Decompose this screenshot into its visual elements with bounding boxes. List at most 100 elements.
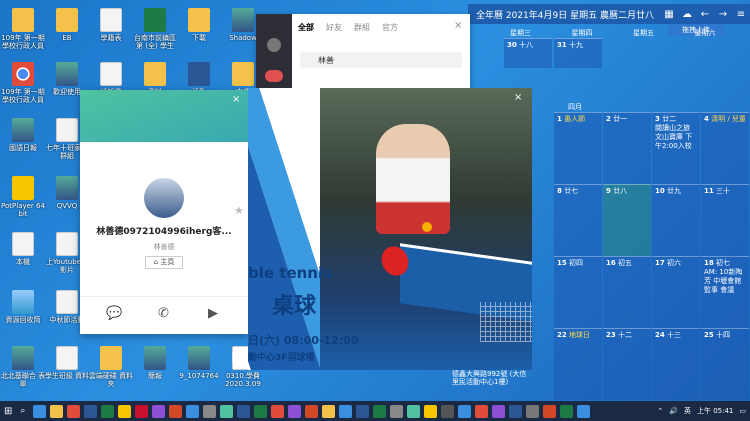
desktop-icon[interactable]: 資源回收筒 xyxy=(0,290,46,324)
calendar-day-cell[interactable]: 8 廿七 xyxy=(554,184,602,256)
search-icon[interactable]: ⌕ xyxy=(20,406,25,416)
taskbar-app-icon[interactable] xyxy=(441,404,455,418)
taskbar-app-icon[interactable] xyxy=(526,404,540,418)
taskbar-app-icon[interactable] xyxy=(186,404,200,418)
phone-icon[interactable]: ✆ xyxy=(158,306,169,321)
notification-icon[interactable]: ▭ xyxy=(739,407,746,415)
desktop-icon[interactable]: 9_1074764 xyxy=(176,346,222,380)
calendar-day-cell[interactable]: 18 初七 AM: 10新陶芳 中壢會館監事 會議 xyxy=(701,256,749,328)
taskbar-app-icon[interactable] xyxy=(50,404,64,418)
day-number: 10 xyxy=(655,187,665,195)
tab-official[interactable]: 官方 xyxy=(382,22,398,33)
tab-all[interactable]: 全部 xyxy=(298,22,314,33)
user-icon[interactable] xyxy=(267,38,281,52)
calendar-day-cell[interactable]: 1 愚人節 xyxy=(554,112,602,184)
taskbar-app-icon[interactable] xyxy=(237,404,251,418)
taskbar-app-icon[interactable] xyxy=(33,404,47,418)
calendar-day-cell[interactable]: 10 廿九 xyxy=(652,184,700,256)
desktop-icon[interactable]: EB xyxy=(44,8,90,42)
desktop-icon[interactable]: 簡報 xyxy=(132,346,178,380)
day-number: 24 xyxy=(655,331,665,339)
desktop-icon[interactable]: 學籍表 xyxy=(88,8,134,42)
chevron-up-icon[interactable]: ⌃ xyxy=(657,407,663,415)
home-button[interactable]: ⌂ 主頁 xyxy=(145,256,183,269)
calendar-day-cell[interactable]: 23 十二 xyxy=(603,328,651,400)
taskbar-app-icon[interactable] xyxy=(271,404,285,418)
desktop-icon[interactable]: 台南市前鎮區第 (全) 學生 xyxy=(132,8,178,50)
calendar-day-cell[interactable]: 2 廿一 xyxy=(603,112,651,184)
calendar-day-cell[interactable]: 17 初六 xyxy=(652,256,700,328)
taskbar-app-icon[interactable] xyxy=(67,404,81,418)
taskbar-app-icon[interactable] xyxy=(84,404,98,418)
arrow-right-icon[interactable]: → xyxy=(714,9,732,20)
cloud-icon[interactable]: ☁ xyxy=(678,9,696,20)
taskbar-app-icon[interactable] xyxy=(373,404,387,418)
chat-icon[interactable]: 💬 xyxy=(106,306,122,321)
taskbar-app-icon[interactable] xyxy=(203,404,217,418)
calendar-day-cell[interactable]: 22 地球日 xyxy=(554,328,602,400)
desktop-icon[interactable]: 北北基聯合 表單 xyxy=(0,346,46,388)
doc-icon xyxy=(56,346,78,370)
windows-start-icon[interactable]: ⊞ xyxy=(4,406,12,417)
taskbar-app-icon[interactable] xyxy=(220,404,234,418)
poster-title-zh: 桌球 xyxy=(272,294,317,319)
grid-icon[interactable]: ▦ xyxy=(660,9,678,20)
calendar-day-cell[interactable]: 11 三十 xyxy=(701,184,749,256)
taskbar-app-icon[interactable] xyxy=(407,404,421,418)
taskbar-app-icon[interactable] xyxy=(475,404,489,418)
taskbar-app-icon[interactable] xyxy=(118,404,132,418)
calendar-day-cell[interactable]: 3 廿二 閱讀山之旅 文山寶庫 下午2:00入校 xyxy=(652,112,700,184)
taskbar-app-icon[interactable] xyxy=(339,404,353,418)
calendar-day-cell[interactable]: 4 清明 / 兒童 xyxy=(701,112,749,184)
calendar-day-cell[interactable]: 24 十三 xyxy=(652,328,700,400)
avatar[interactable] xyxy=(142,176,186,220)
calendar-day-cell[interactable]: 15 初四 xyxy=(554,256,602,328)
badge-icon[interactable] xyxy=(265,70,283,82)
close-icon[interactable]: × xyxy=(232,94,240,105)
calendar-day-cell[interactable]: 30 十八 xyxy=(504,38,552,68)
taskbar-app-icon[interactable] xyxy=(254,404,268,418)
taskbar-app-icon[interactable] xyxy=(560,404,574,418)
desktop-icon[interactable]: 國語日報 xyxy=(0,118,46,152)
tab-friends[interactable]: 好友 xyxy=(326,22,342,33)
input-language[interactable]: 英 xyxy=(684,406,691,416)
desktop-icon[interactable]: PotPlayer 64 bit xyxy=(0,176,46,218)
taskbar-app-icon[interactable] xyxy=(577,404,591,418)
desktop-icon[interactable]: 下載 xyxy=(176,8,222,42)
calendar-day-cell[interactable]: 9 廿八 xyxy=(603,184,651,256)
taskbar-app-icon[interactable] xyxy=(356,404,370,418)
taskbar-app-icon[interactable] xyxy=(135,404,149,418)
taskbar-app-icon[interactable] xyxy=(169,404,183,418)
menu-icon[interactable]: ≡ xyxy=(732,9,750,20)
desktop-icon[interactable]: 109年 第一期 學校行政人員 xyxy=(0,8,46,50)
calendar-day-cell[interactable]: 16 初五 xyxy=(603,256,651,328)
taskbar-app-icon[interactable] xyxy=(152,404,166,418)
desktop-icon[interactable]: 雲端硬碟 資料夾 xyxy=(88,346,134,388)
taskbar-app-icon[interactable] xyxy=(509,404,523,418)
close-icon[interactable]: × xyxy=(454,20,462,31)
taskbar-app-icon[interactable] xyxy=(390,404,404,418)
day-number: 17 xyxy=(655,259,665,267)
arrow-left-icon[interactable]: ← xyxy=(696,9,714,20)
home-icon: ⌂ xyxy=(153,258,159,266)
search-input[interactable]: 林善 xyxy=(300,52,462,68)
close-icon[interactable]: × xyxy=(514,92,522,103)
taskbar-app-icon[interactable] xyxy=(288,404,302,418)
star-icon[interactable]: ★ xyxy=(234,204,244,217)
taskbar-app-icon[interactable] xyxy=(424,404,438,418)
taskbar-app-icon[interactable] xyxy=(458,404,472,418)
volume-icon[interactable]: 🔊 xyxy=(669,407,678,415)
taskbar-app-icon[interactable] xyxy=(492,404,506,418)
taskbar-app-icon[interactable] xyxy=(305,404,319,418)
clock[interactable]: 上午 05:41 xyxy=(697,406,733,416)
taskbar-app-icon[interactable] xyxy=(101,404,115,418)
calendar-day-cell[interactable]: 25 十四 xyxy=(701,328,749,400)
taskbar-app-icon[interactable] xyxy=(322,404,336,418)
taskbar-app-icon[interactable] xyxy=(543,404,557,418)
desktop-icon[interactable]: 學生班級 資料 xyxy=(44,346,90,380)
calendar-day-cell[interactable]: 31 十九 xyxy=(554,38,602,68)
desktop-icon[interactable]: 109年 第一期 學校行政人員 xyxy=(0,62,46,104)
video-icon[interactable]: ▶ xyxy=(208,306,218,321)
desktop-icon[interactable]: 本機 xyxy=(0,232,46,266)
tab-groups[interactable]: 群組 xyxy=(354,22,370,33)
